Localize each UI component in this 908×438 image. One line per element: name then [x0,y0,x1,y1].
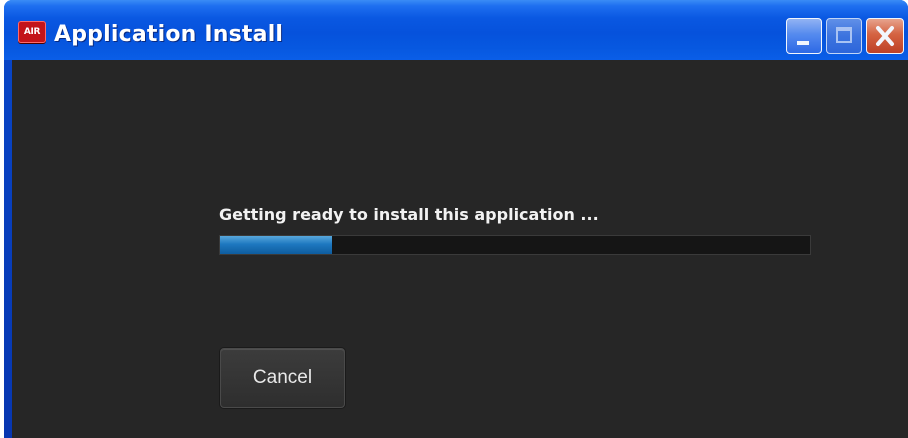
progress-fill [220,236,332,254]
title-bar[interactable]: AIR Application Install [4,0,908,60]
close-icon [876,26,894,46]
cancel-button[interactable]: Cancel [220,348,345,408]
close-button[interactable] [866,18,904,54]
minimize-icon [797,41,809,45]
status-text: Getting ready to install this applicatio… [219,205,599,224]
progress-bar [219,235,811,255]
window-title: Application Install [54,22,284,47]
air-app-icon: AIR [18,21,46,43]
maximize-button[interactable] [826,18,862,54]
install-window: AIR Application Install Getting ready to… [4,0,908,438]
maximize-icon [836,27,852,43]
minimize-button[interactable] [786,18,822,54]
install-content: Getting ready to install this applicatio… [12,60,908,438]
